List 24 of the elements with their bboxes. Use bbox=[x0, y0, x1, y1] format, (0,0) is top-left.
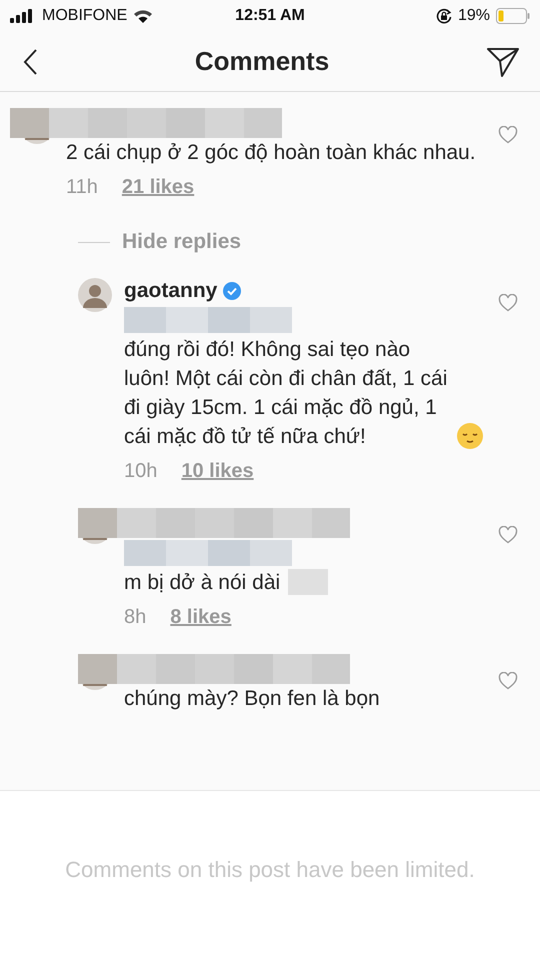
battery-percent: 19% bbox=[458, 7, 490, 25]
comment-text: 2 cái chụp ở 2 góc độ hoàn toàn khác nhau. bbox=[66, 140, 476, 166]
likes-link[interactable]: 8 likes bbox=[170, 603, 232, 632]
wifi-icon bbox=[133, 9, 154, 23]
comment-text: chúng mày? Bọn fen là bọn bbox=[124, 686, 380, 712]
comment-text: m bị dở à nói dài bbox=[124, 570, 280, 596]
rotation-lock-icon bbox=[436, 8, 452, 24]
likes-link[interactable]: 10 likes bbox=[181, 457, 254, 486]
comments-limited-notice: Comments on this post have been limited. bbox=[65, 857, 475, 884]
page-title: Comments bbox=[194, 46, 330, 77]
comment-text: đúng rồi đó! Không sai tẹo nào luôn! Một cái còn đi chân đất, 1 cái đi giày 15cm. 1 cái mặc đồ ngủ, 1 cái mặc đồ tử tế nữa chứ! bbox=[124, 337, 448, 450]
username[interactable]: gaotanny bbox=[124, 276, 218, 305]
comment-time: 10h bbox=[124, 459, 158, 484]
like-button[interactable] bbox=[496, 124, 520, 146]
carrier-name: MOBIFONE bbox=[42, 7, 128, 25]
like-button[interactable] bbox=[496, 292, 520, 314]
like-button[interactable] bbox=[496, 670, 520, 692]
like-button[interactable] bbox=[496, 524, 520, 546]
comment-time: 11h bbox=[66, 175, 98, 200]
hide-replies-button[interactable]: Hide replies bbox=[122, 230, 242, 254]
battery-icon bbox=[496, 8, 530, 24]
clock: 12:51 AM bbox=[235, 7, 305, 25]
comment-time: 8h bbox=[124, 605, 146, 630]
likes-link[interactable]: 21 likes bbox=[122, 173, 194, 202]
